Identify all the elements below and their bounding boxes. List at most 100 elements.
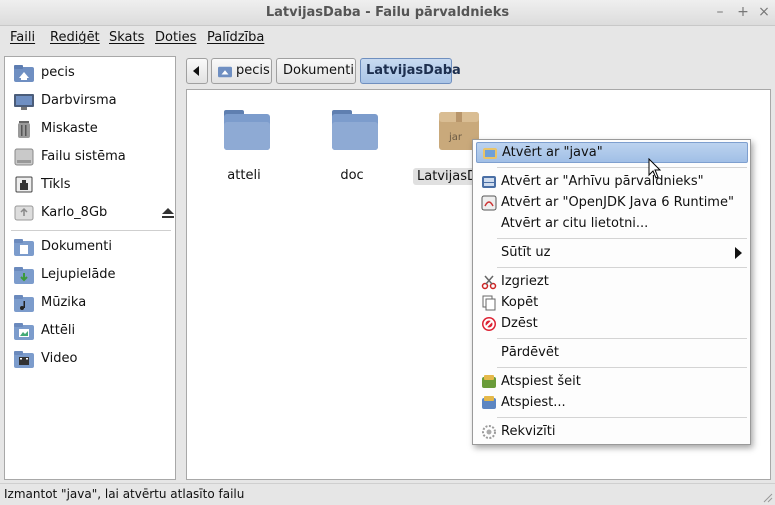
- usb-drive-icon: [14, 205, 34, 221]
- sidebar-item-lejupielade[interactable]: Lejupielāde: [11, 263, 171, 287]
- menu-item-label: Izgriezt: [501, 274, 549, 289]
- sidebar-item-label: Karlo_8Gb: [41, 205, 108, 220]
- resize-grip-icon[interactable]: [761, 491, 773, 503]
- jar-badge: jar: [449, 132, 463, 143]
- menu-item-copy[interactable]: Kopēt: [476, 293, 748, 314]
- sidebar-item-failu-sistema[interactable]: Failu sistēma: [11, 145, 171, 169]
- downloads-folder-icon: [14, 267, 34, 284]
- sidebar: pecis Darbvirsma Miskaste Failu sistēma …: [4, 56, 176, 480]
- sidebar-item-video[interactable]: Video: [11, 347, 171, 371]
- harddisk-icon: [14, 148, 34, 166]
- window-title: LatvijasDaba - Failu pārvaldnieks: [265, 5, 510, 20]
- menu-separator: [497, 338, 747, 339]
- sidebar-item-pecis[interactable]: pecis: [11, 61, 171, 85]
- menu-separator: [497, 417, 747, 418]
- chevron-left-icon: [193, 66, 199, 76]
- java-icon: [483, 148, 497, 159]
- sidebar-item-label: Lejupielāde: [41, 267, 116, 282]
- path-segment-pecis[interactable]: pecis: [211, 58, 272, 84]
- path-segment-latvijasdaba[interactable]: LatvijasDaba: [360, 58, 461, 84]
- sidebar-item-tikls[interactable]: Tīkls: [11, 173, 171, 197]
- menu-doties[interactable]: Doties: [155, 30, 196, 45]
- menu-separator: [497, 267, 747, 268]
- home-folder-icon: [218, 66, 232, 78]
- sidebar-item-label: Darbvirsma: [41, 93, 117, 108]
- minimize-icon[interactable]: –: [712, 4, 728, 20]
- menu-item-delete[interactable]: Dzēst: [476, 314, 748, 335]
- menu-item-rename[interactable]: Pārdēvēt: [476, 343, 748, 364]
- menu-item-extract[interactable]: Atspiest...: [476, 393, 748, 414]
- sidebar-separator: [11, 230, 171, 231]
- openjdk-icon: [481, 195, 497, 211]
- sidebar-item-label: Mūzika: [41, 295, 87, 310]
- sidebar-item-darbvirsma[interactable]: Darbvirsma: [11, 89, 171, 113]
- menu-item-extract-here[interactable]: Atspiest šeit: [476, 372, 748, 393]
- file-manager-window: LatvijasDaba - Failu pārvaldnieks – + × …: [0, 0, 775, 505]
- cut-icon: [481, 275, 497, 290]
- context-menu: Atvērt ar "java" Atvērt ar "Arhīvu pārva…: [472, 139, 751, 445]
- trash-icon: [18, 121, 30, 138]
- sidebar-item-label: pecis: [41, 65, 75, 80]
- sidebar-item-atteli[interactable]: Attēli: [11, 319, 171, 343]
- menu-item-label: Atspiest šeit: [501, 374, 581, 389]
- menu-rediget[interactable]: Rediģēt: [50, 30, 100, 45]
- sidebar-item-label: Failu sistēma: [41, 149, 126, 164]
- copy-icon: [482, 295, 496, 311]
- sidebar-item-karlo-8gb[interactable]: Karlo_8Gb: [11, 201, 174, 225]
- archive-manager-icon: [482, 176, 496, 188]
- sidebar-item-muzika[interactable]: Mūzika: [11, 291, 171, 315]
- folder-icon: [224, 110, 270, 150]
- delete-icon: [482, 317, 496, 331]
- file-name: atteli: [227, 168, 261, 183]
- menu-item-properties[interactable]: Rekvizīti: [476, 422, 748, 443]
- menu-faili[interactable]: Faili: [10, 30, 35, 45]
- sidebar-item-label: Dokumenti: [41, 239, 112, 254]
- menu-item-label: Atvērt ar "OpenJDK Java 6 Runtime": [501, 195, 734, 210]
- sidebar-item-label: Video: [41, 351, 78, 366]
- menu-item-send-to[interactable]: Sūtīt uz: [476, 243, 748, 264]
- close-icon[interactable]: ×: [756, 4, 772, 20]
- file-name: LatvijasDaba: [413, 168, 481, 185]
- menu-item-cut[interactable]: Izgriezt: [476, 272, 748, 293]
- menu-item-label: Atspiest...: [501, 395, 566, 410]
- menu-item-label: Kopēt: [501, 295, 539, 310]
- sidebar-item-label: Tīkls: [41, 177, 71, 192]
- submenu-arrow-icon: [735, 247, 742, 259]
- menu-palidziba[interactable]: Palīdzība: [207, 30, 264, 45]
- menu-item-label: Dzēst: [501, 316, 538, 331]
- sidebar-item-dokumenti[interactable]: Dokumenti: [11, 235, 171, 259]
- menu-separator: [497, 167, 747, 168]
- menu-separator: [497, 238, 747, 239]
- menu-item-open-openjdk[interactable]: Atvērt ar "OpenJDK Java 6 Runtime": [476, 193, 748, 214]
- menu-item-label: Atvērt ar "java": [502, 145, 603, 160]
- folder-icon: [332, 110, 378, 150]
- extract-icon: [482, 396, 496, 409]
- menu-skats[interactable]: Skats: [109, 30, 144, 45]
- titlebar[interactable]: LatvijasDaba - Failu pārvaldnieks – + ×: [0, 0, 775, 26]
- file-item-atteli[interactable]: atteli: [199, 102, 289, 192]
- eject-icon[interactable]: [161, 206, 175, 220]
- path-segment-label: Dokumenti: [283, 63, 354, 78]
- menu-item-open-archive-manager[interactable]: Atvērt ar "Arhīvu pārvaldnieks": [476, 172, 748, 193]
- menu-separator: [497, 367, 747, 368]
- extract-here-icon: [482, 375, 496, 388]
- path-segment-dokumenti[interactable]: Dokumenti: [276, 58, 356, 84]
- sidebar-item-miskaste[interactable]: Miskaste: [11, 117, 171, 141]
- menu-item-label: Sūtīt uz: [501, 245, 551, 260]
- network-icon: [15, 176, 33, 193]
- path-segment-label: LatvijasDaba: [366, 63, 461, 78]
- menu-item-label: Pārdēvēt: [501, 345, 559, 360]
- sidebar-item-label: Attēli: [41, 323, 76, 338]
- menu-item-open-java[interactable]: Atvērt ar "java": [476, 142, 748, 163]
- sidebar-item-label: Miskaste: [41, 121, 98, 136]
- mouse-pointer-icon: [648, 158, 662, 179]
- path-segment-label: pecis: [236, 63, 270, 78]
- path-back-button[interactable]: [186, 58, 208, 84]
- music-folder-icon: [14, 295, 34, 312]
- menu-item-open-other[interactable]: Atvērt ar citu lietotni...: [476, 214, 748, 235]
- menu-item-label: Atvērt ar "Arhīvu pārvaldnieks": [501, 174, 704, 189]
- video-folder-icon: [14, 351, 34, 368]
- status-text: Izmantot "java", lai atvērtu atlasīto fa…: [4, 487, 245, 501]
- maximize-icon[interactable]: +: [735, 4, 751, 20]
- menubar: Faili Rediģēt Skats Doties Palīdzība: [0, 27, 775, 49]
